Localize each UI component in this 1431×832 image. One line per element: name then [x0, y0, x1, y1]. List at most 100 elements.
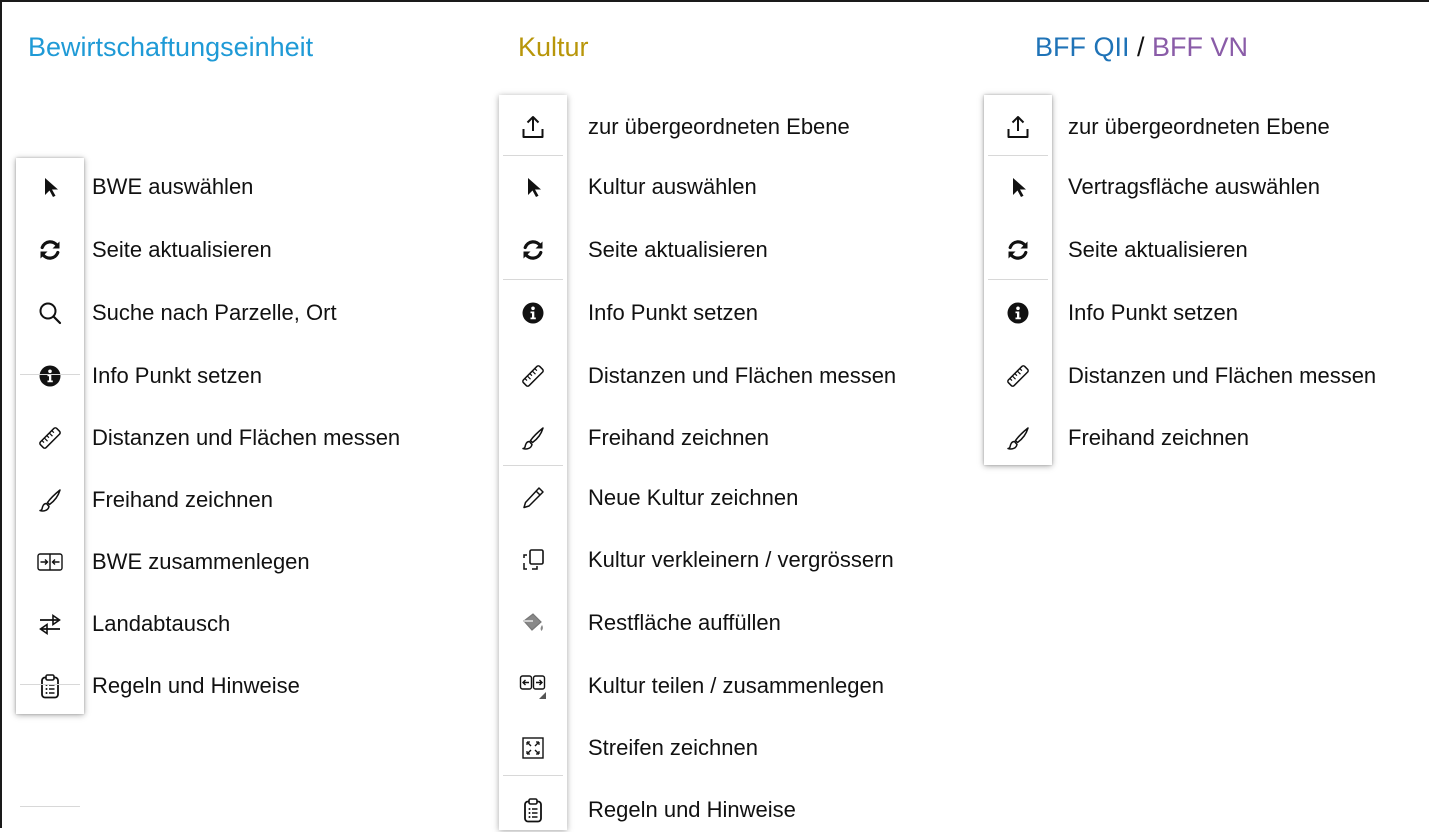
cursor-icon: [1013, 178, 1026, 197]
bff-tool-button-3[interactable]: [984, 291, 1052, 335]
kultur-toolbar-separator: [503, 279, 563, 280]
heading-bff-slash: /: [1129, 32, 1153, 62]
bff-tool-button-5[interactable]: [984, 416, 1052, 460]
kultur-tool-button-6[interactable]: [499, 476, 567, 520]
bwe-tool-label-6: BWE zusammenlegen: [92, 549, 310, 574]
bff-tool-label-4: Distanzen und Flächen messen: [1068, 363, 1377, 388]
refresh-icon: [1008, 240, 1028, 260]
refresh-icon: [40, 240, 60, 260]
cursor-icon: [528, 178, 541, 197]
pencil-icon: [523, 487, 544, 509]
clipboard-icon: [524, 798, 542, 823]
bff-tool-button-1[interactable]: [984, 165, 1052, 209]
bff-toolbar-separator: [988, 279, 1048, 280]
bwe-tool-button-1[interactable]: [16, 228, 84, 272]
info-icon: [1007, 302, 1029, 324]
kultur-tool-label-3: Info Punkt setzen: [588, 300, 758, 325]
heading-bff-qii: BFF QII: [1035, 32, 1130, 62]
ruler-icon: [522, 365, 544, 387]
kultur-tool-button-5[interactable]: [499, 416, 567, 460]
bwe-tool-button-7[interactable]: [16, 602, 84, 646]
ruler-icon: [39, 427, 61, 449]
bwe-tool-label-2: Suche nach Parzelle, Ort: [92, 300, 337, 325]
heading-bff: BFF QII / BFF VN: [1035, 30, 1248, 64]
toolbar-kultur: [499, 95, 567, 830]
bwe-tool-label-3: Info Punkt setzen: [92, 363, 262, 388]
bff-tool-label-0: zur übergeordneten Ebene: [1068, 114, 1330, 139]
bwe-tool-label-0: BWE auswählen: [92, 174, 254, 199]
bff-tool-button-0[interactable]: [984, 105, 1052, 149]
kultur-tool-button-9[interactable]: [499, 664, 567, 708]
bff-toolbar-separator: [988, 155, 1048, 156]
kultur-tool-button-1[interactable]: [499, 165, 567, 209]
brush-icon: [522, 427, 544, 450]
upload-icon: [1007, 116, 1029, 138]
kultur-tool-label-1: Kultur auswählen: [588, 174, 757, 199]
kultur-tool-button-3[interactable]: [499, 291, 567, 335]
brush-icon: [1007, 427, 1029, 450]
bff-tool-label-1: Vertragsfläche auswählen: [1068, 174, 1320, 199]
kultur-tool-label-2: Seite aktualisieren: [588, 237, 768, 262]
bwe-tool-button-5[interactable]: [16, 478, 84, 522]
info-icon: [522, 302, 544, 324]
exchange-icon: [39, 613, 61, 636]
bff-tool-button-4[interactable]: [984, 354, 1052, 398]
bwe-tool-label-1: Seite aktualisieren: [92, 237, 272, 262]
bwe-tool-label-7: Landabtausch: [92, 611, 231, 636]
refresh-icon: [523, 240, 543, 260]
bwe-tool-label-5: Freihand zeichnen: [92, 487, 274, 512]
bff-tool-label-2: Seite aktualisieren: [1068, 237, 1248, 262]
bff-tool-button-2[interactable]: [984, 228, 1052, 272]
bwe-tool-button-0[interactable]: [16, 165, 84, 209]
kultur-toolbar-separator: [503, 775, 563, 776]
toolbar-bwe: [16, 158, 84, 807]
kultur-tool-label-4: Distanzen und Flächen messen: [588, 363, 897, 388]
bwe-tool-button-4[interactable]: [16, 416, 84, 460]
heading-bwe: Bewirtschaftungseinheit: [28, 30, 313, 64]
heading-kultur-text: Kultur: [518, 32, 589, 62]
kultur-tool-label-0: zur übergeordneten Ebene: [588, 114, 850, 139]
bwe-tool-button-3[interactable]: [16, 354, 84, 398]
cursor-icon: [45, 178, 58, 197]
kultur-tool-button-2[interactable]: [499, 228, 567, 272]
toolbar-bff: [984, 95, 1052, 465]
merge-icon: [37, 553, 63, 571]
heading-bwe-text: Bewirtschaftungseinheit: [28, 32, 314, 62]
upload-icon: [522, 116, 544, 138]
kultur-tool-label-5: Freihand zeichnen: [588, 425, 770, 450]
heading-kultur: Kultur: [518, 30, 589, 64]
clipboard-icon: [41, 674, 59, 699]
resize-icon: [523, 549, 544, 570]
bff-tool-label-3: Info Punkt setzen: [1068, 300, 1238, 325]
kultur-tool-label-7: Kultur verkleinern / vergrössern: [588, 547, 894, 572]
kultur-tool-button-11[interactable]: [499, 788, 567, 832]
bwe-toolbar-separator: [20, 374, 80, 375]
heading-bff-vn: BFF VN: [1152, 32, 1249, 62]
split-icon: [519, 675, 546, 699]
kultur-tool-button-4[interactable]: [499, 354, 567, 398]
bwe-toolbar-separator: [20, 684, 80, 685]
kultur-tool-label-9: Kultur teilen / zusammenlegen: [588, 673, 884, 698]
bwe-tool-label-4: Distanzen und Flächen messen: [92, 425, 401, 450]
bwe-tool-button-8[interactable]: [16, 664, 84, 708]
bwe-toolbar-separator: [20, 806, 80, 807]
paint-bucket-icon: [523, 613, 543, 631]
bwe-tool-button-2[interactable]: [16, 291, 84, 335]
info-icon: [39, 365, 61, 387]
kultur-tool-label-6: Neue Kultur zeichnen: [588, 485, 799, 510]
kultur-tool-button-10[interactable]: [499, 726, 567, 770]
brush-icon: [39, 489, 61, 512]
kultur-toolbar-separator: [503, 465, 563, 466]
kultur-tool-label-10: Streifen zeichnen: [588, 735, 758, 760]
search-icon: [39, 302, 62, 325]
bwe-tool-label-8: Regeln und Hinweise: [92, 673, 300, 698]
stripes-icon: [522, 737, 544, 759]
ruler-icon: [1007, 365, 1029, 387]
bff-tool-label-5: Freihand zeichnen: [1068, 425, 1250, 450]
kultur-tool-label-8: Restfläche auffüllen: [588, 610, 781, 635]
kultur-tool-button-7[interactable]: [499, 538, 567, 582]
kultur-tool-button-0[interactable]: [499, 105, 567, 149]
kultur-toolbar-separator: [503, 155, 563, 156]
kultur-tool-button-8[interactable]: [499, 601, 567, 645]
bwe-tool-button-6[interactable]: [16, 540, 84, 584]
